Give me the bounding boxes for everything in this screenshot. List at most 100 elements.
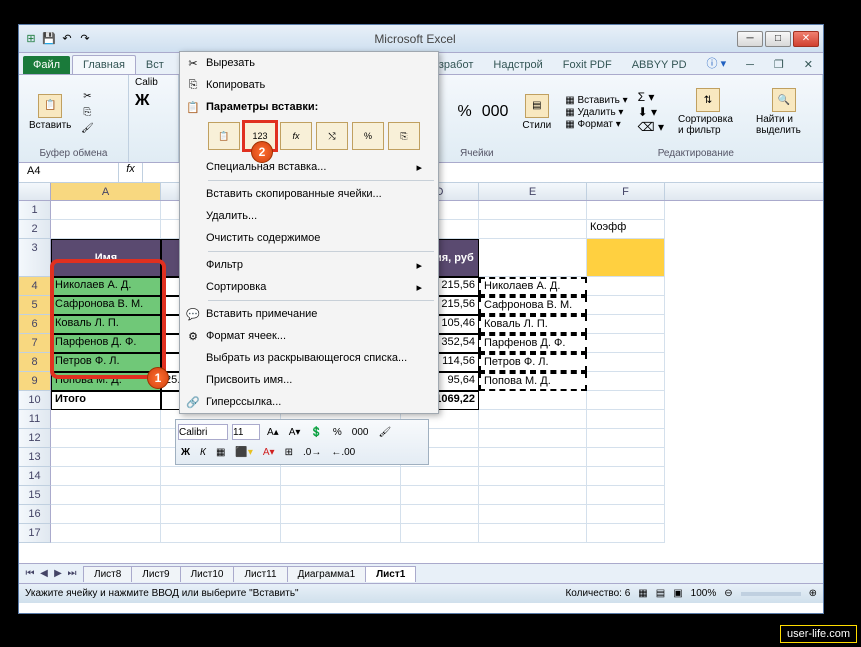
- cell-F5[interactable]: [587, 296, 665, 315]
- cell-F3[interactable]: [587, 239, 665, 277]
- format-cells-button[interactable]: ▦ Формат ▾: [565, 119, 627, 130]
- doc-minimize-icon[interactable]: ─: [736, 56, 764, 74]
- cell-E15[interactable]: [479, 486, 587, 505]
- cell-D14[interactable]: [401, 467, 479, 486]
- ctx-clear[interactable]: Очистить содержимое: [180, 227, 438, 249]
- mini-percent-icon[interactable]: %: [330, 426, 345, 439]
- row-header-12[interactable]: 12: [19, 429, 51, 448]
- ctx-sort[interactable]: Сортировка▸: [180, 276, 438, 298]
- cell-F12[interactable]: [587, 429, 665, 448]
- cell-E3[interactable]: [479, 239, 587, 277]
- cell-A14[interactable]: [51, 467, 161, 486]
- mini-increase-decimal-icon[interactable]: ←.00: [328, 446, 358, 459]
- cell-E12[interactable]: [479, 429, 587, 448]
- cell-A4[interactable]: Николаев А. Д.: [51, 277, 161, 296]
- insert-cells-button[interactable]: ▦ Вставить ▾: [565, 95, 627, 106]
- row-header-8[interactable]: 8: [19, 353, 51, 372]
- mini-currency-icon[interactable]: 💲: [307, 426, 325, 439]
- delete-cells-button[interactable]: ▦ Удалить ▾: [565, 107, 627, 118]
- ctx-hyperlink[interactable]: 🔗Гиперссылка...: [180, 391, 438, 413]
- row-header-2[interactable]: 2: [19, 220, 51, 239]
- row-header-15[interactable]: 15: [19, 486, 51, 505]
- zoom-out-icon[interactable]: ⊖: [724, 588, 732, 599]
- cell-D17[interactable]: [401, 524, 479, 543]
- paste-link-icon[interactable]: ⎘: [388, 122, 420, 150]
- clear-icon[interactable]: ⌫ ▾: [638, 120, 664, 134]
- col-header-A[interactable]: A: [51, 183, 161, 200]
- cell-E5[interactable]: Сафронова В. М.: [479, 296, 587, 315]
- fx-icon[interactable]: fx: [119, 163, 143, 182]
- ctx-pick-from-list[interactable]: Выбрать из раскрывающегося списка...: [180, 347, 438, 369]
- ctx-insert-copied[interactable]: Вставить скопированные ячейки...: [180, 183, 438, 205]
- cell-F17[interactable]: [587, 524, 665, 543]
- mini-comma-icon[interactable]: 000: [349, 426, 372, 439]
- view-layout-icon[interactable]: ▤: [656, 588, 665, 599]
- mini-font-color-icon[interactable]: A▾: [260, 446, 278, 459]
- col-header-F[interactable]: F: [587, 183, 665, 200]
- cell-A8[interactable]: Петров Ф. Л.: [51, 353, 161, 372]
- cell-F16[interactable]: [587, 505, 665, 524]
- cell-F8[interactable]: [587, 353, 665, 372]
- ctx-format-cells[interactable]: ⚙Формат ячеек...: [180, 325, 438, 347]
- cell-A15[interactable]: [51, 486, 161, 505]
- cell-A10[interactable]: Итого: [51, 391, 161, 410]
- tab-abbyy[interactable]: ABBYY PD: [622, 56, 697, 74]
- doc-restore-icon[interactable]: ❐: [764, 55, 794, 74]
- row-header-14[interactable]: 14: [19, 467, 51, 486]
- close-button[interactable]: ✕: [793, 31, 819, 47]
- cell-C17[interactable]: [281, 524, 401, 543]
- cell-E4[interactable]: Николаев А. Д.: [479, 277, 587, 296]
- find-select-button[interactable]: 🔍Найти и выделить: [752, 86, 816, 138]
- cell-A1[interactable]: [51, 201, 161, 220]
- ctx-insert-comment[interactable]: 💬Вставить примечание: [180, 303, 438, 325]
- mini-borders-icon[interactable]: ▦: [213, 446, 228, 459]
- cell-F1[interactable]: [587, 201, 665, 220]
- tab-nav-next-icon[interactable]: ▶: [51, 568, 65, 579]
- thousands-button[interactable]: 000: [482, 103, 509, 121]
- cell-E1[interactable]: [479, 201, 587, 220]
- cell-E11[interactable]: [479, 410, 587, 429]
- cell-E6[interactable]: Коваль Л. П.: [479, 315, 587, 334]
- undo-icon[interactable]: ↶: [59, 31, 75, 47]
- tab-nav-last-icon[interactable]: ⏭: [65, 568, 79, 579]
- cell-A12[interactable]: [51, 429, 161, 448]
- mini-grow-font-icon[interactable]: A▴: [264, 426, 282, 439]
- ctx-copy[interactable]: ⎘Копировать: [180, 74, 438, 96]
- fill-icon[interactable]: ⬇ ▾: [638, 105, 664, 119]
- tab-file[interactable]: Файл: [23, 56, 70, 74]
- help-icon[interactable]: ⓘ ▾: [697, 52, 737, 74]
- minimize-button[interactable]: ─: [737, 31, 763, 47]
- save-icon[interactable]: 💾: [41, 31, 57, 47]
- cell-F4[interactable]: [587, 277, 665, 296]
- mini-decrease-decimal-icon[interactable]: .0→: [300, 446, 324, 459]
- ctx-paste-special[interactable]: Специальная вставка...▸: [180, 156, 438, 178]
- bold-button[interactable]: Ж: [135, 92, 149, 110]
- copy-icon[interactable]: ⎘: [79, 105, 95, 119]
- mini-italic-button[interactable]: К: [197, 446, 209, 459]
- cell-B15[interactable]: [161, 486, 281, 505]
- name-box[interactable]: A4: [19, 163, 119, 182]
- row-header-10[interactable]: 10: [19, 391, 51, 410]
- cell-E7[interactable]: Парфенов Д. Ф.: [479, 334, 587, 353]
- cell-F13[interactable]: [587, 448, 665, 467]
- row-header-7[interactable]: 7: [19, 334, 51, 353]
- mini-shrink-font-icon[interactable]: A▾: [286, 426, 304, 439]
- cell-C16[interactable]: [281, 505, 401, 524]
- cell-F14[interactable]: [587, 467, 665, 486]
- percent-button[interactable]: %: [457, 103, 471, 121]
- row-header-16[interactable]: 16: [19, 505, 51, 524]
- select-all-corner[interactable]: [19, 183, 51, 200]
- cell-E13[interactable]: [479, 448, 587, 467]
- tab-insert[interactable]: Вст: [136, 56, 174, 74]
- cell-B14[interactable]: [161, 467, 281, 486]
- cell-D16[interactable]: [401, 505, 479, 524]
- sheet-tab-Лист10[interactable]: Лист10: [180, 566, 235, 582]
- sort-filter-button[interactable]: ⇅Сортировка и фильтр: [674, 86, 742, 138]
- col-header-E[interactable]: E: [479, 183, 587, 200]
- sheet-tab-Лист1[interactable]: Лист1: [365, 566, 416, 582]
- paste-button[interactable]: 📋 Вставить: [25, 92, 75, 133]
- sheet-tab-Лист9[interactable]: Лист9: [131, 566, 180, 582]
- row-header-13[interactable]: 13: [19, 448, 51, 467]
- mini-font-name[interactable]: [178, 424, 228, 440]
- mini-fill-color-icon[interactable]: ⬛▾: [232, 446, 255, 459]
